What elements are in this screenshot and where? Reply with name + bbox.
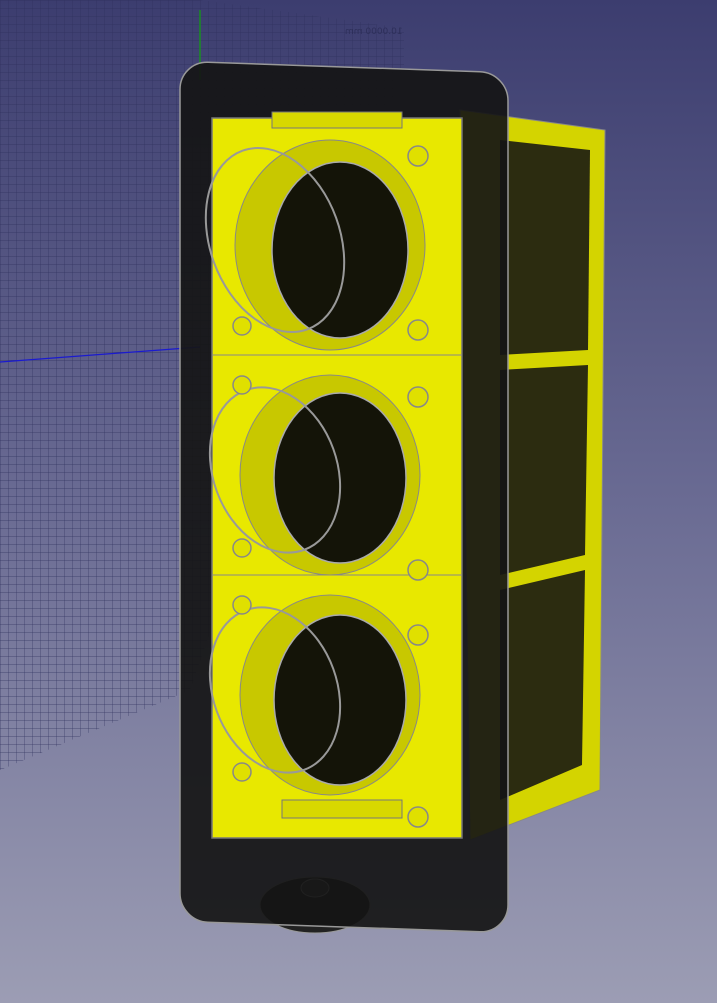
cad-scene[interactable] (0, 0, 717, 1003)
3d-viewport[interactable]: 10.0000 mm (0, 0, 717, 1003)
grid-dimension-label: 10.0000 mm (345, 27, 403, 37)
